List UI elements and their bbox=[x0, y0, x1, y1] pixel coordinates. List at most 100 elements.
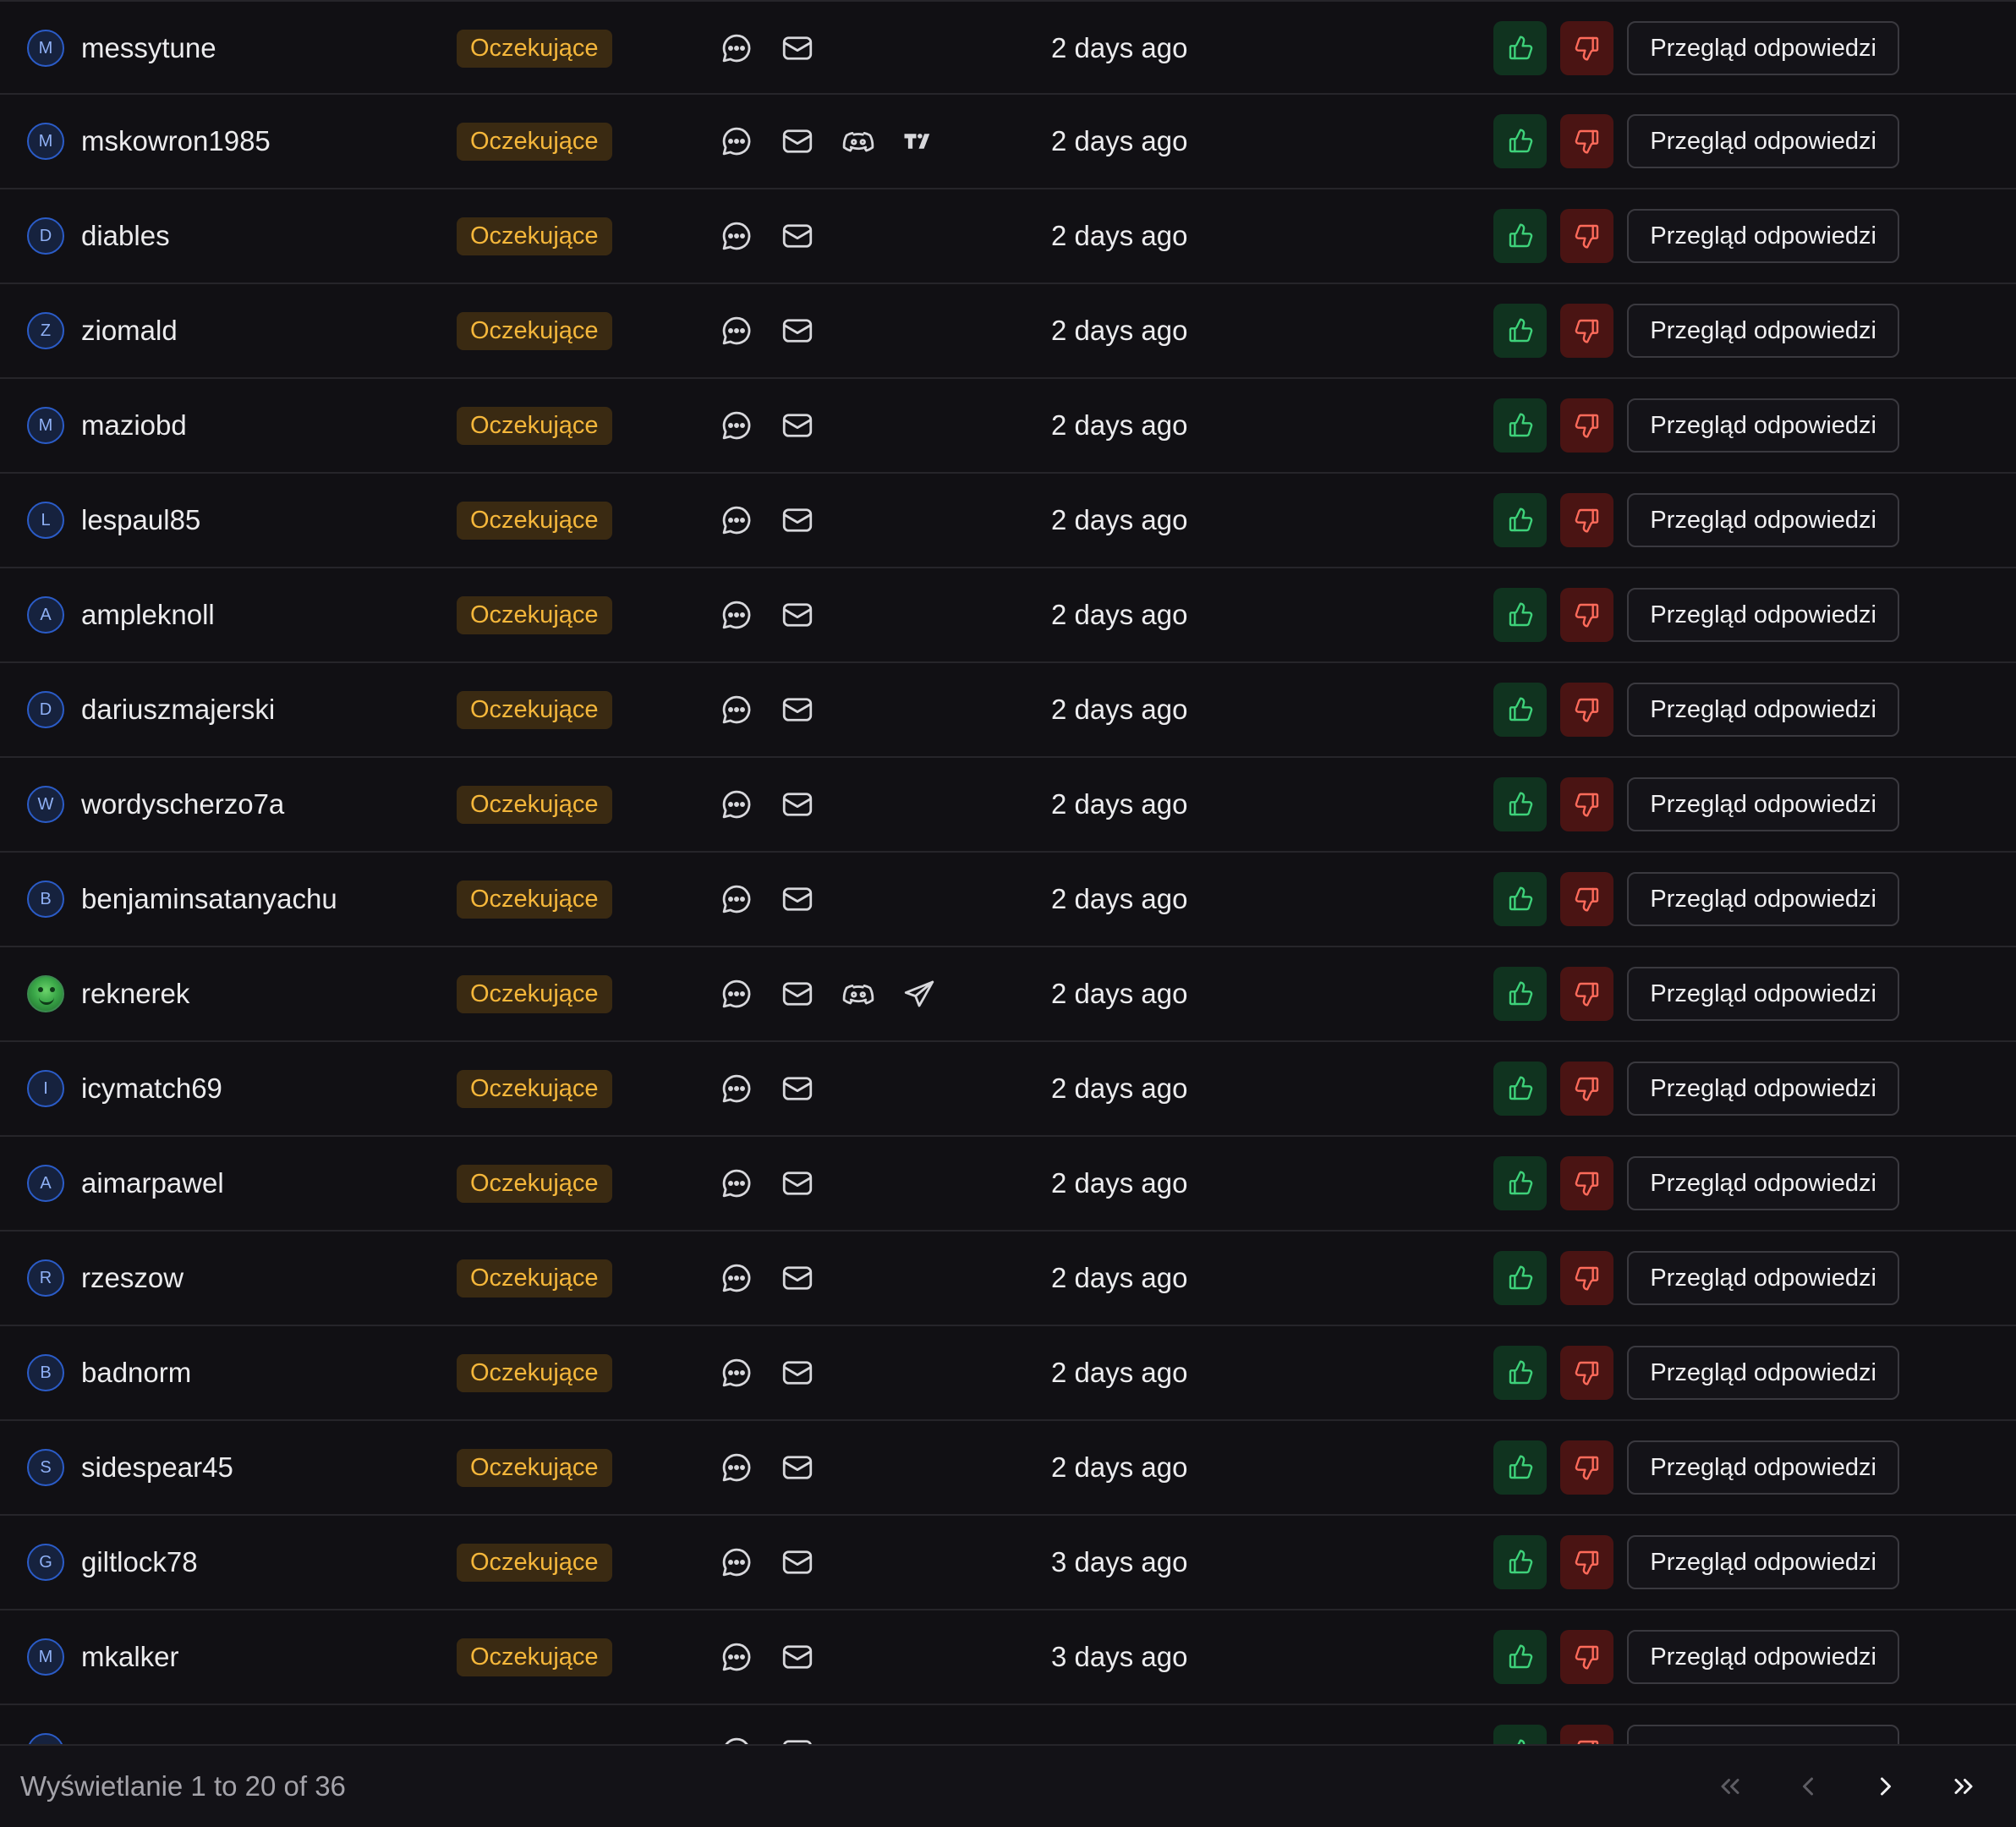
reject-button[interactable] bbox=[1560, 398, 1614, 453]
review-responses-button[interactable]: Przegląd odpowiedzi bbox=[1627, 1630, 1899, 1684]
chat-icon[interactable] bbox=[715, 1636, 758, 1678]
approve-button[interactable] bbox=[1493, 209, 1548, 263]
mail-icon[interactable] bbox=[776, 689, 819, 731]
mail-icon[interactable] bbox=[776, 878, 819, 920]
reject-button[interactable] bbox=[1560, 1346, 1614, 1400]
chat-icon[interactable] bbox=[715, 1352, 758, 1394]
username[interactable]: lespaul85 bbox=[81, 504, 200, 536]
username[interactable]: aimarpawel bbox=[81, 1167, 224, 1199]
review-responses-button[interactable]: Przegląd odpowiedzi bbox=[1627, 1062, 1899, 1116]
reject-button[interactable] bbox=[1560, 1725, 1614, 1744]
username[interactable]: icymatch69 bbox=[81, 1073, 222, 1105]
chat-icon[interactable] bbox=[715, 783, 758, 826]
mail-icon[interactable] bbox=[776, 1352, 819, 1394]
review-responses-button[interactable]: Przegląd odpowiedzi bbox=[1627, 1346, 1899, 1400]
approve-button[interactable] bbox=[1493, 493, 1548, 547]
mail-icon[interactable] bbox=[776, 594, 819, 636]
chat-icon[interactable] bbox=[715, 120, 758, 162]
chat-icon[interactable] bbox=[715, 1541, 758, 1583]
approve-button[interactable] bbox=[1493, 114, 1548, 168]
reject-button[interactable] bbox=[1560, 1062, 1614, 1116]
chevrons-left-button[interactable] bbox=[1705, 1761, 1756, 1812]
review-responses-button[interactable]: Przegląd odpowiedzi bbox=[1627, 1251, 1899, 1305]
reject-button[interactable] bbox=[1560, 588, 1614, 642]
review-responses-button[interactable]: Przegląd odpowiedzi bbox=[1627, 1440, 1899, 1495]
review-responses-button[interactable]: Przegląd odpowiedzi bbox=[1627, 209, 1899, 263]
approve-button[interactable] bbox=[1493, 398, 1548, 453]
mail-icon[interactable] bbox=[776, 404, 819, 447]
chevrons-right-button[interactable] bbox=[1938, 1761, 1989, 1812]
review-responses-button[interactable]: Przegląd odpowiedzi bbox=[1627, 1535, 1899, 1589]
mail-icon[interactable] bbox=[776, 1162, 819, 1204]
chat-icon[interactable] bbox=[715, 27, 758, 69]
mail-icon[interactable] bbox=[776, 310, 819, 352]
mail-icon[interactable] bbox=[776, 1541, 819, 1583]
tradingview-icon[interactable] bbox=[898, 120, 940, 162]
approve-button[interactable] bbox=[1493, 1346, 1548, 1400]
username[interactable]: benjaminsatanyachu bbox=[81, 883, 337, 915]
approve-button[interactable] bbox=[1493, 21, 1548, 75]
username[interactable]: mskowron1985 bbox=[81, 125, 271, 157]
username[interactable]: mkalker bbox=[81, 1641, 179, 1673]
review-responses-button[interactable]: Przegląd odpowiedzi bbox=[1627, 493, 1899, 547]
mail-icon[interactable] bbox=[776, 215, 819, 257]
mail-icon[interactable] bbox=[776, 1731, 819, 1744]
chat-icon[interactable] bbox=[715, 310, 758, 352]
username[interactable]: maziobd bbox=[81, 409, 187, 442]
mail-icon[interactable] bbox=[776, 27, 819, 69]
chat-icon[interactable] bbox=[715, 215, 758, 257]
reject-button[interactable] bbox=[1560, 967, 1614, 1021]
reject-button[interactable] bbox=[1560, 1156, 1614, 1210]
reject-button[interactable] bbox=[1560, 1440, 1614, 1495]
review-responses-button[interactable]: Przegląd odpowiedzi bbox=[1627, 21, 1899, 75]
reject-button[interactable] bbox=[1560, 493, 1614, 547]
chat-icon[interactable] bbox=[715, 689, 758, 731]
review-responses-button[interactable]: Przegląd odpowiedzi bbox=[1627, 1156, 1899, 1210]
mail-icon[interactable] bbox=[776, 783, 819, 826]
mail-icon[interactable] bbox=[776, 1257, 819, 1299]
review-responses-button[interactable]: Przegląd odpowiedzi bbox=[1627, 114, 1899, 168]
review-responses-button[interactable]: Przegląd odpowiedzi bbox=[1627, 683, 1899, 737]
chat-icon[interactable] bbox=[715, 1257, 758, 1299]
username[interactable]: rzeszow bbox=[81, 1262, 184, 1294]
approve-button[interactable] bbox=[1493, 872, 1548, 926]
telegram-icon[interactable] bbox=[898, 973, 940, 1015]
username[interactable]: badnorm bbox=[81, 1357, 191, 1389]
chevron-left-button[interactable] bbox=[1783, 1761, 1833, 1812]
mail-icon[interactable] bbox=[776, 973, 819, 1015]
discord-icon[interactable] bbox=[837, 973, 879, 1015]
username[interactable]: wordyscherzo7a bbox=[81, 788, 284, 820]
mail-icon[interactable] bbox=[776, 1067, 819, 1110]
chat-icon[interactable] bbox=[715, 878, 758, 920]
chat-icon[interactable] bbox=[715, 1731, 758, 1744]
reject-button[interactable] bbox=[1560, 777, 1614, 831]
chat-icon[interactable] bbox=[715, 973, 758, 1015]
reject-button[interactable] bbox=[1560, 872, 1614, 926]
username[interactable]: ampleknoll bbox=[81, 599, 215, 631]
approve-button[interactable] bbox=[1493, 967, 1548, 1021]
approve-button[interactable] bbox=[1493, 1725, 1548, 1744]
username[interactable]: diables bbox=[81, 220, 170, 252]
review-responses-button[interactable]: Przegląd odpowiedzi bbox=[1627, 588, 1899, 642]
chat-icon[interactable] bbox=[715, 1446, 758, 1489]
username[interactable]: ziomald bbox=[81, 315, 178, 347]
mail-icon[interactable] bbox=[776, 1636, 819, 1678]
username[interactable]: dariuszmajerski bbox=[81, 694, 275, 726]
review-responses-button[interactable]: Przegląd odpowiedzi bbox=[1627, 967, 1899, 1021]
approve-button[interactable] bbox=[1493, 1630, 1548, 1684]
chat-icon[interactable] bbox=[715, 1067, 758, 1110]
username[interactable]: messytune bbox=[81, 32, 216, 64]
approve-button[interactable] bbox=[1493, 777, 1548, 831]
chat-icon[interactable] bbox=[715, 404, 758, 447]
reject-button[interactable] bbox=[1560, 683, 1614, 737]
chat-icon[interactable] bbox=[715, 1162, 758, 1204]
reject-button[interactable] bbox=[1560, 21, 1614, 75]
username[interactable]: sidespear45 bbox=[81, 1451, 233, 1484]
review-responses-button[interactable] bbox=[1627, 1725, 1899, 1744]
approve-button[interactable] bbox=[1493, 683, 1548, 737]
reject-button[interactable] bbox=[1560, 209, 1614, 263]
approve-button[interactable] bbox=[1493, 1156, 1548, 1210]
chevron-right-button[interactable] bbox=[1860, 1761, 1911, 1812]
reject-button[interactable] bbox=[1560, 304, 1614, 358]
approve-button[interactable] bbox=[1493, 1062, 1548, 1116]
